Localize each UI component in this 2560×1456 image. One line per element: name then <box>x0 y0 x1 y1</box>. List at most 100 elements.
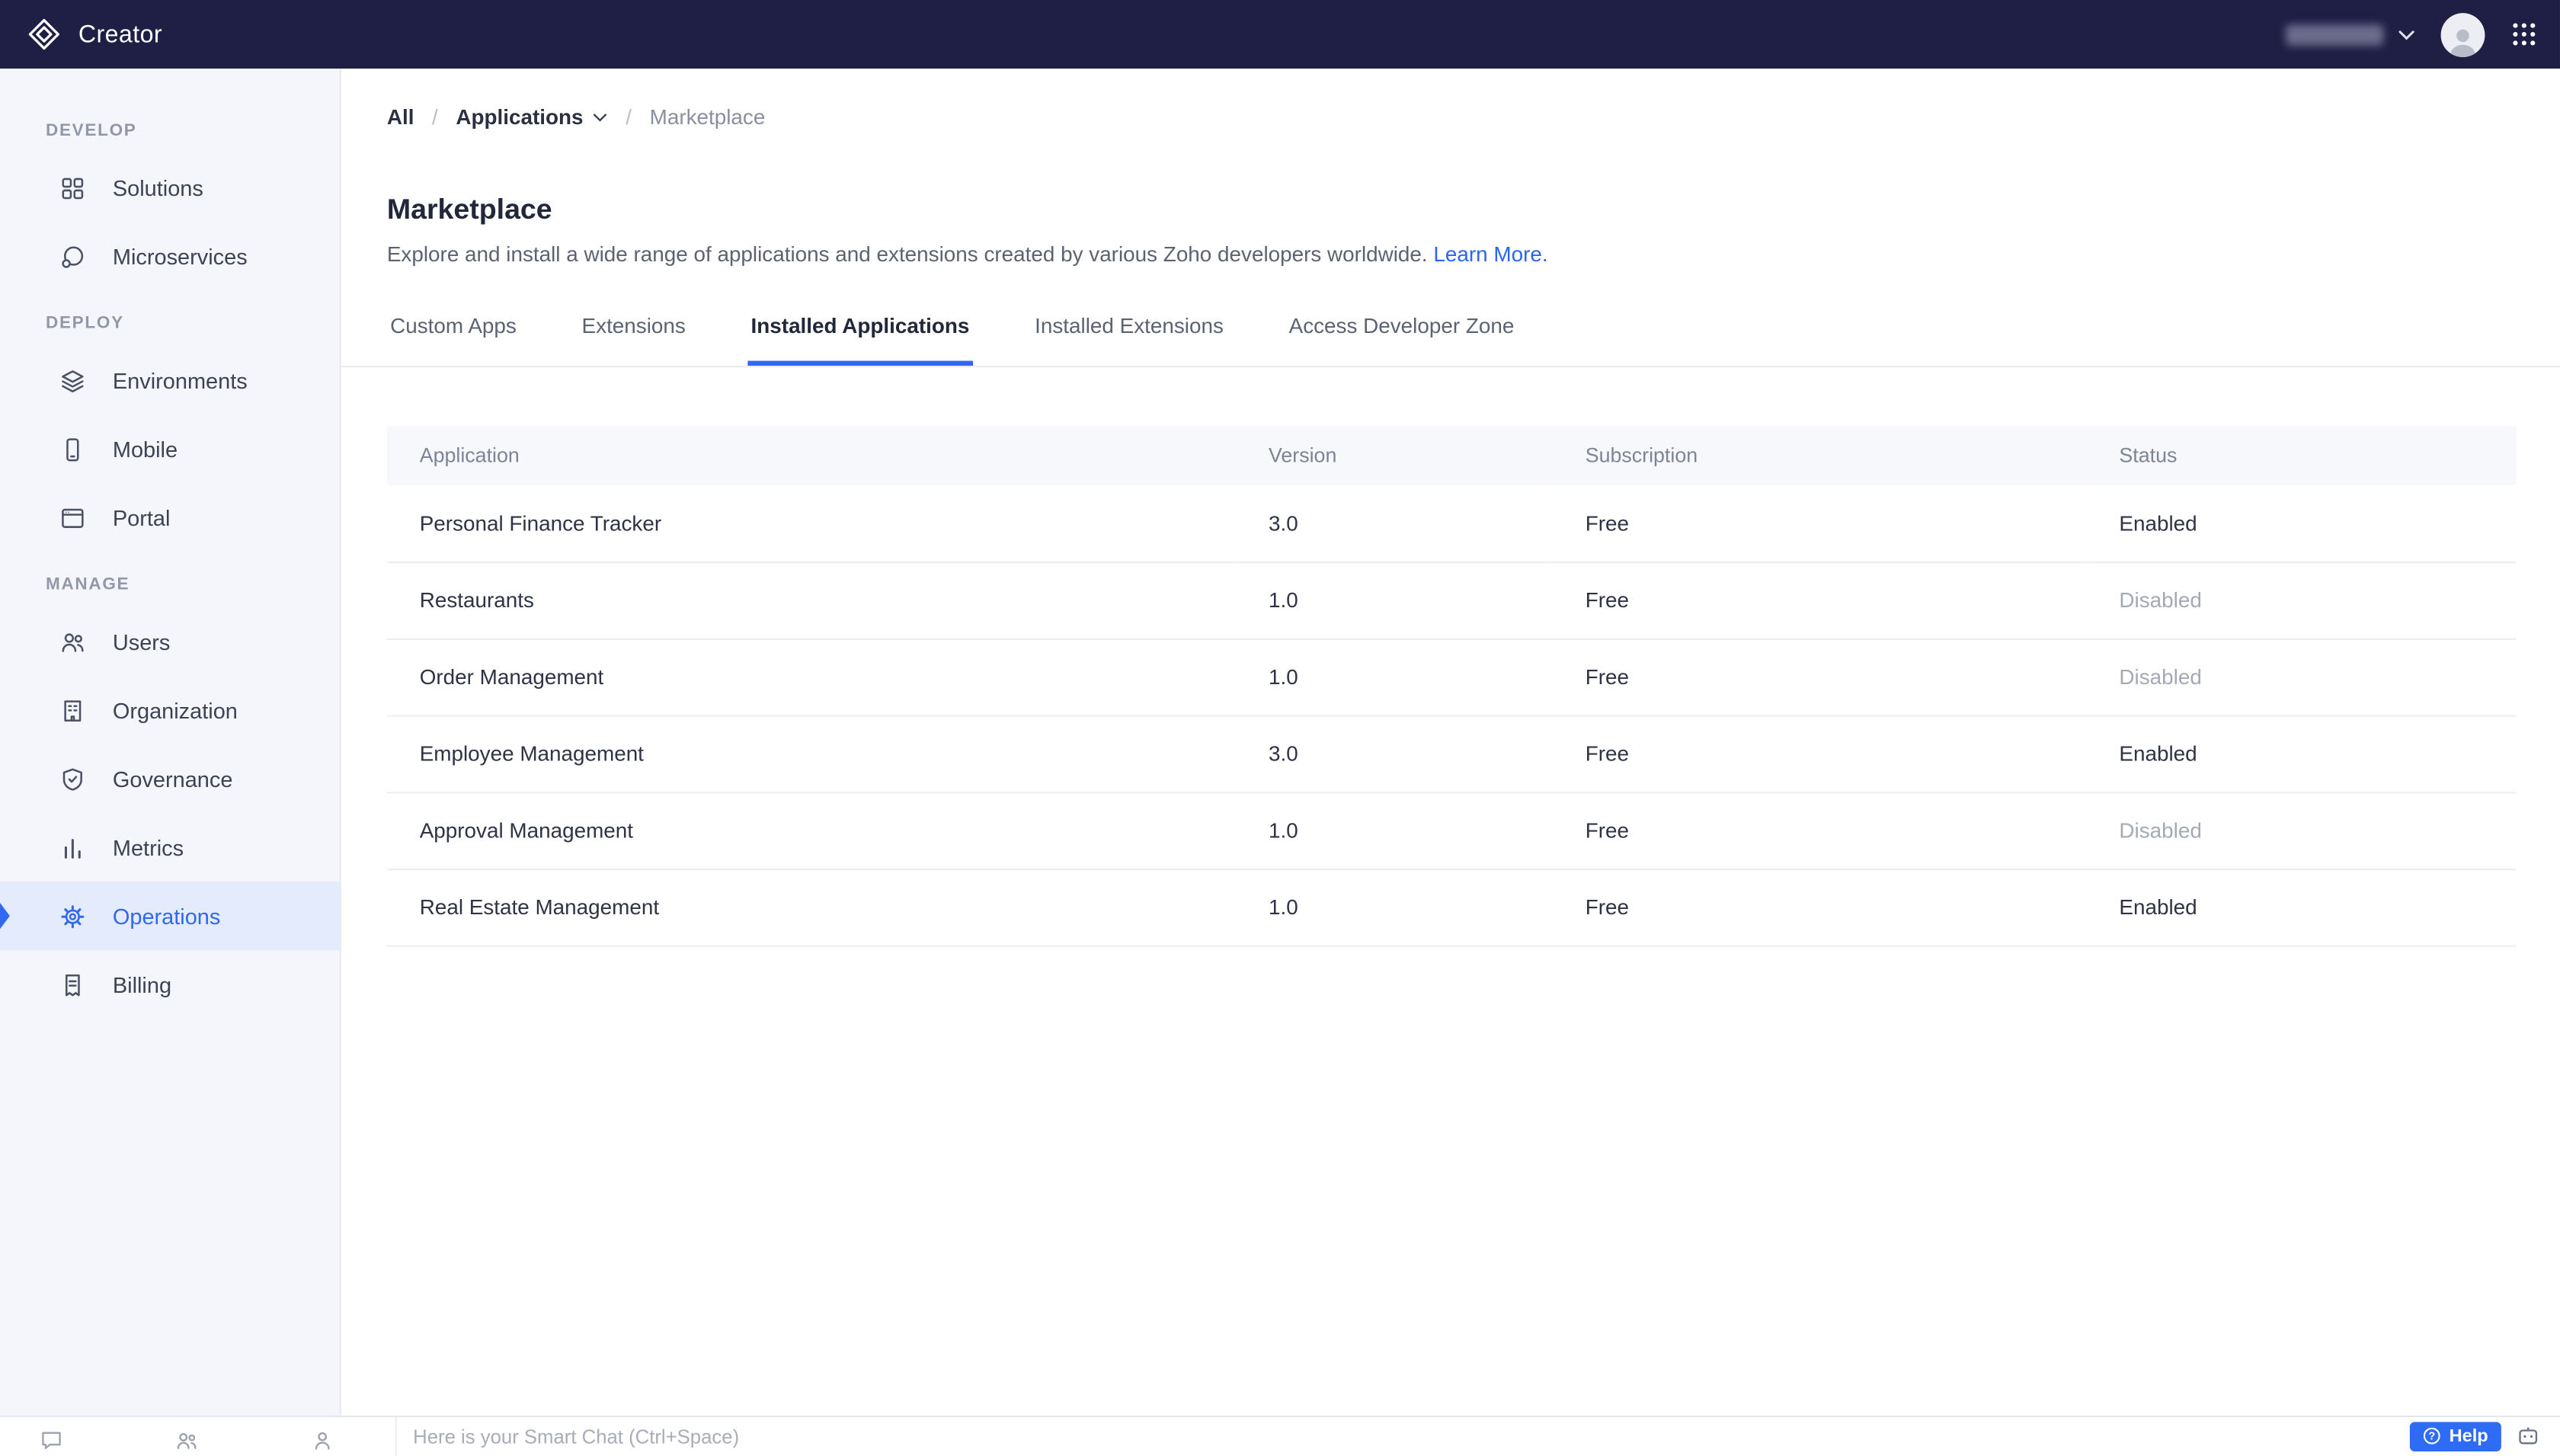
sidebar-section-deploy: DEPLOY <box>45 313 124 334</box>
bottom-bar-right: ? Help <box>2410 1421 2560 1451</box>
sidebar: DEVELOP Solutions Microservices DEPLOY E… <box>0 68 341 1415</box>
cell-subscription: Free <box>1552 562 2087 639</box>
sidebar-item-label: Microservices <box>112 244 248 269</box>
sidebar-item-label: Users <box>112 629 171 654</box>
sidebar-item-label: Solutions <box>112 175 203 200</box>
tab-custom-apps[interactable]: Custom Apps <box>387 304 520 366</box>
cell-application: Order Management <box>386 638 1237 716</box>
sidebar-item-governance[interactable]: Governance <box>0 744 340 813</box>
sidebar-item-environments[interactable]: Environments <box>0 346 340 414</box>
table-row[interactable]: Real Estate Management 1.0 Free Enabled <box>386 868 2517 946</box>
col-application: Application <box>386 426 1237 485</box>
main-content: All / Applications / Marketplace Marketp… <box>341 68 2560 1415</box>
breadcrumb-marketplace: Marketplace <box>649 104 766 129</box>
metrics-icon <box>59 834 86 861</box>
sidebar-section-manage: MANAGE <box>45 574 130 594</box>
table-row[interactable]: Personal Finance Tracker 3.0 Free Enable… <box>386 485 2517 563</box>
breadcrumb-separator: / <box>432 104 438 129</box>
sidebar-item-portal[interactable]: Portal <box>0 483 340 552</box>
cell-application: Employee Management <box>386 715 1237 793</box>
help-circle-icon: ? <box>2424 1427 2441 1445</box>
user-silhouette-icon <box>2450 28 2476 56</box>
breadcrumb-applications-label: Applications <box>456 104 584 129</box>
mobile-icon <box>59 435 86 462</box>
help-button-label: Help <box>2449 1426 2488 1446</box>
bottom-bar-shortcuts <box>0 1416 397 1456</box>
cell-version: 1.0 <box>1236 792 1553 870</box>
cell-subscription: Free <box>1552 792 2087 870</box>
cell-version: 1.0 <box>1236 868 1553 946</box>
cell-version: 1.0 <box>1236 638 1553 716</box>
page-description: Explore and install a wide range of appl… <box>387 242 2516 266</box>
table-row[interactable]: Restaurants 1.0 Free Disabled <box>386 562 2517 639</box>
table-row[interactable]: Order Management 1.0 Free Disabled <box>386 638 2517 716</box>
tab-installed-extensions[interactable]: Installed Extensions <box>1032 304 1227 366</box>
chevron-down-icon <box>594 114 607 122</box>
breadcrumb-all[interactable]: All <box>387 104 414 128</box>
cell-application: Real Estate Management <box>386 868 1237 946</box>
sidebar-item-operations[interactable]: Operations <box>0 882 340 951</box>
sidebar-item-label: Mobile <box>112 437 178 462</box>
contacts-icon[interactable] <box>174 1429 199 1453</box>
governance-icon <box>59 765 86 792</box>
col-subscription: Subscription <box>1552 426 2087 485</box>
tab-access-developer-zone[interactable]: Access Developer Zone <box>1285 304 1517 366</box>
cell-version: 3.0 <box>1236 715 1553 793</box>
sidebar-item-mobile[interactable]: Mobile <box>0 414 340 483</box>
sidebar-item-microservices[interactable]: Microservices <box>0 222 340 290</box>
tab-installed-applications[interactable]: Installed Applications <box>747 304 973 366</box>
breadcrumb-separator: / <box>626 104 632 129</box>
sidebar-section-develop: DEVELOP <box>45 120 137 141</box>
sidebar-item-organization[interactable]: Organization <box>0 676 340 744</box>
learn-more-link[interactable]: Learn More. <box>1433 242 1547 266</box>
app-window: Creator DEVELOP Solutions Microservices … <box>0 0 2560 1456</box>
account-menu[interactable] <box>2285 24 2414 45</box>
help-button[interactable]: ? Help <box>2410 1421 2501 1451</box>
breadcrumb-applications[interactable]: Applications <box>456 104 607 128</box>
sidebar-item-label: Metrics <box>112 835 184 860</box>
col-version: Version <box>1236 426 1553 485</box>
sidebar-item-metrics[interactable]: Metrics <box>0 813 340 882</box>
table-row[interactable]: Approval Management 1.0 Free Disabled <box>386 792 2517 870</box>
cell-subscription: Free <box>1552 868 2087 946</box>
sidebar-item-label: Environments <box>112 368 248 393</box>
tab-extensions[interactable]: Extensions <box>578 304 689 366</box>
breadcrumb: All / Applications / Marketplace <box>387 101 2516 131</box>
creator-logo-icon <box>28 18 59 50</box>
solutions-icon <box>59 174 86 201</box>
cell-subscription: Free <box>1552 715 2087 793</box>
organization-icon <box>59 696 86 724</box>
sidebar-item-solutions[interactable]: Solutions <box>0 153 340 222</box>
cell-status: Disabled <box>2086 562 2517 639</box>
users-icon <box>59 628 86 655</box>
account-name-redacted <box>2285 24 2384 45</box>
installed-applications-table: Application Version Subscription Status … <box>386 426 2517 946</box>
table-row[interactable]: Employee Management 3.0 Free Enabled <box>386 715 2517 793</box>
table-header-row: Application Version Subscription Status <box>386 426 2517 485</box>
cell-status: Enabled <box>2086 485 2517 563</box>
smart-chat-bot-icon[interactable] <box>2516 1424 2540 1448</box>
cell-application: Approval Management <box>386 792 1237 870</box>
chat-icon[interactable] <box>39 1429 63 1453</box>
svg-text:?: ? <box>2429 1431 2436 1443</box>
sidebar-item-billing[interactable]: Billing <box>0 950 340 1019</box>
smart-chat-input[interactable]: Here is your Smart Chat (Ctrl+Space) <box>397 1425 2410 1448</box>
page-description-text: Explore and install a wide range of appl… <box>386 242 1428 267</box>
cell-application: Personal Finance Tracker <box>386 485 1237 563</box>
tab-bar: Custom Apps Extensions Installed Applica… <box>341 304 2560 368</box>
app-title: Creator <box>78 20 163 49</box>
cell-subscription: Free <box>1552 485 2087 563</box>
portal-icon <box>59 504 86 531</box>
apps-grid-icon[interactable] <box>2511 21 2537 47</box>
billing-icon <box>59 971 86 998</box>
avatar[interactable] <box>2440 12 2485 56</box>
col-status: Status <box>2086 426 2517 485</box>
sidebar-item-label: Billing <box>112 972 172 997</box>
page-title: Marketplace <box>386 192 552 226</box>
microservices-icon <box>59 242 86 270</box>
cell-subscription: Free <box>1552 638 2087 716</box>
cell-status: Disabled <box>2086 792 2517 870</box>
user-icon[interactable] <box>310 1429 334 1453</box>
sidebar-item-users[interactable]: Users <box>0 607 340 676</box>
installed-applications-table-wrap: Application Version Subscription Status … <box>386 426 2517 946</box>
